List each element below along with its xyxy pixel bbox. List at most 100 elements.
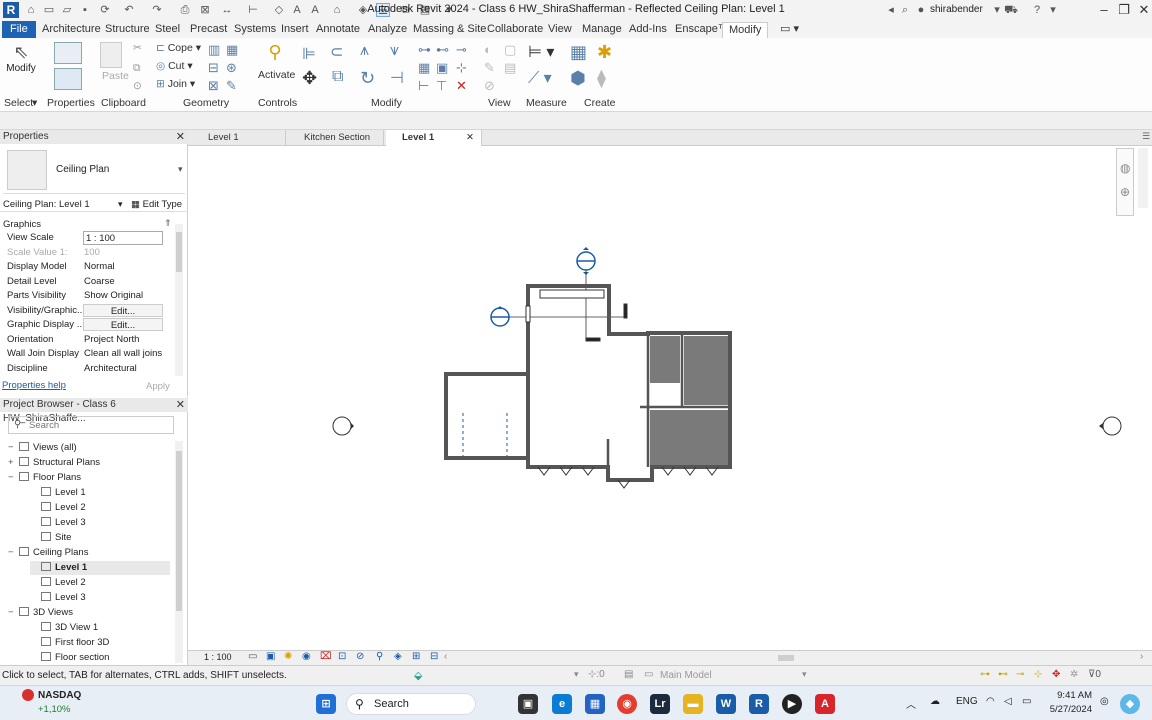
wifi-icon[interactable]: ◠	[986, 696, 995, 707]
revit-taskbar-icon[interactable]: R	[749, 694, 769, 714]
lightroom-icon[interactable]: Lr	[650, 694, 670, 714]
browser-node[interactable]: − Views (all)	[8, 441, 77, 455]
property-row[interactable]: Orientation Project North	[0, 333, 175, 347]
collapse-node-icon[interactable]: −	[8, 546, 16, 560]
create-parts-icon[interactable]: ✱	[597, 42, 612, 63]
property-row[interactable]: Wall Join Display Clean all wall joins	[0, 347, 175, 361]
geometry-icon-5[interactable]: ⊠	[208, 78, 219, 94]
property-row[interactable]: Parts Visibility Show Original	[0, 289, 175, 303]
editable-only-icon[interactable]: ▤	[624, 669, 633, 680]
tab-precast[interactable]: Precast	[190, 22, 227, 38]
media-player-icon[interactable]: ▶	[782, 694, 802, 714]
properties-scrollbar[interactable]	[175, 224, 183, 376]
browser-node[interactable]: Floor section	[30, 651, 109, 665]
binoculars-icon[interactable]: ⌕	[898, 3, 912, 17]
copy-clip-icon[interactable]: ⧉	[133, 62, 141, 75]
restore-icon[interactable]: ❐	[1114, 2, 1134, 18]
browser-node[interactable]: Level 2	[30, 576, 86, 590]
main-model-label[interactable]: Main Model	[660, 670, 712, 681]
geometry-icon-2[interactable]: ▦	[226, 42, 238, 58]
property-row[interactable]: Visibility/Graphic... Edit...	[0, 303, 175, 318]
property-row[interactable]: Discipline Architectural	[0, 362, 175, 376]
shadows-icon[interactable]: ◉	[302, 651, 311, 662]
edit-button[interactable]: Edit...	[83, 303, 163, 317]
onedrive-icon[interactable]: ☁	[930, 696, 940, 707]
tab-collaborate[interactable]: Collaborate	[487, 22, 543, 38]
browser-search[interactable]: ⚲	[8, 416, 174, 434]
drawing-canvas[interactable]: ◍ ⊕	[188, 146, 1152, 650]
rotate-icon[interactable]: ↻	[360, 68, 375, 89]
browser-node[interactable]: First floor 3D	[30, 636, 109, 650]
tab-systems[interactable]: Systems	[234, 22, 276, 38]
graphics-section[interactable]: Graphics	[3, 219, 41, 230]
unpin-icon[interactable]: ⊸	[456, 42, 467, 58]
app-w-icon[interactable]: W	[716, 694, 736, 714]
modify-button[interactable]: ⇖ Modify	[6, 42, 36, 82]
browser-node[interactable]: Site	[30, 531, 71, 545]
help-icon[interactable]: ?	[1030, 3, 1044, 17]
drag-elements-icon[interactable]: ✥	[1052, 669, 1060, 680]
split-icon[interactable]: ⊶	[418, 42, 431, 58]
browser-search-input[interactable]	[29, 419, 169, 432]
worksets-icon[interactable]: ⬙	[414, 669, 422, 682]
select-links-icon[interactable]: ⊶	[980, 669, 990, 680]
tab-structure[interactable]: Structure	[105, 22, 150, 38]
zoom-icon[interactable]: ⊕	[1120, 185, 1130, 199]
model-dropdown-icon[interactable]: ▾	[802, 669, 807, 680]
array-icon[interactable]: ▦	[418, 60, 430, 76]
tab-file[interactable]: File	[2, 21, 36, 38]
select-panel-label[interactable]: Select	[4, 97, 33, 109]
detail-level-icon[interactable]: ▭	[248, 651, 257, 662]
minimize-icon[interactable]: –	[1094, 2, 1114, 18]
tab-add-ins[interactable]: Add-Ins	[629, 22, 667, 38]
cut-button[interactable]: ◎ Cut ▾	[156, 60, 193, 72]
mirror-axis-icon[interactable]: ⩚	[360, 42, 369, 60]
select-pinned-icon[interactable]: ⊸	[1016, 669, 1024, 680]
store-icon[interactable]: ▦	[585, 694, 605, 714]
properties-help-link[interactable]: Properties help	[2, 380, 66, 391]
scroll-right-icon[interactable]: ›	[1140, 651, 1143, 662]
tab-overflow-icon[interactable]: ☰	[1142, 131, 1150, 142]
paint-icon[interactable]: ✎	[226, 78, 237, 94]
collapse-node-icon[interactable]: −	[8, 471, 16, 485]
mirror-draw-icon[interactable]: ⩛	[390, 42, 399, 60]
browser-close-icon[interactable]: ✕	[176, 398, 185, 412]
status-dropdown-icon[interactable]: ▾	[574, 669, 579, 680]
elevation-marker-east[interactable]	[1099, 416, 1122, 436]
elevation-marker-west[interactable]	[332, 416, 354, 436]
edge-icon[interactable]: e	[552, 694, 572, 714]
geometry-icon-4[interactable]: ⊛	[226, 60, 237, 76]
pin-icon[interactable]: ⊹	[456, 60, 467, 76]
filter-icon[interactable]: ⊽0	[1088, 669, 1101, 680]
clock-time[interactable]: 9:41 AM	[1048, 690, 1092, 701]
battery-icon[interactable]: ▭	[1022, 696, 1031, 707]
view-icon-4[interactable]: ▤	[504, 60, 516, 76]
background-process-icon[interactable]: ✲	[1070, 669, 1078, 680]
join-button[interactable]: ⊞ Join ▾	[156, 78, 195, 90]
view-icon-3[interactable]: ✎	[484, 60, 495, 76]
copilot-icon[interactable]: ◆	[1120, 694, 1140, 714]
browser-scrollbar[interactable]	[175, 441, 183, 663]
visual-style-icon[interactable]: ▣	[266, 651, 275, 662]
expand-icon[interactable]: +	[8, 456, 16, 470]
scroll-left-icon[interactable]: ‹	[444, 651, 447, 662]
browser-node[interactable]: Level 3	[30, 591, 86, 605]
copy-icon[interactable]: ⧉	[332, 68, 343, 86]
view-icon-1[interactable]: ◐	[484, 42, 492, 57]
arrow-left-icon[interactable]: ◂	[884, 3, 898, 17]
canvas-vscroll[interactable]	[1138, 148, 1148, 208]
geometry-icon-3[interactable]: ⊟	[208, 60, 219, 76]
tab-insert[interactable]: Insert	[281, 22, 309, 38]
select-underlay-icon[interactable]: ⊷	[998, 669, 1008, 680]
trim-icon[interactable]: ⊣	[390, 68, 404, 88]
sun-path-icon[interactable]: ✺	[284, 651, 292, 662]
view-tab-level1-ceiling[interactable]: Level 1 ✕	[386, 130, 482, 146]
browser-node[interactable]: Level 3	[30, 516, 86, 530]
notifications-icon[interactable]: ◎	[1100, 696, 1109, 707]
align-icon[interactable]: ⊫	[302, 44, 316, 64]
browser-node[interactable]: − Ceiling Plans	[8, 546, 88, 560]
tab-analyze[interactable]: Analyze	[368, 22, 407, 38]
stock-name[interactable]: NASDAQ	[38, 690, 81, 701]
help-dropdown-icon[interactable]: ▾	[1046, 3, 1060, 17]
trim-multi-icon[interactable]: ⊤	[436, 78, 447, 94]
